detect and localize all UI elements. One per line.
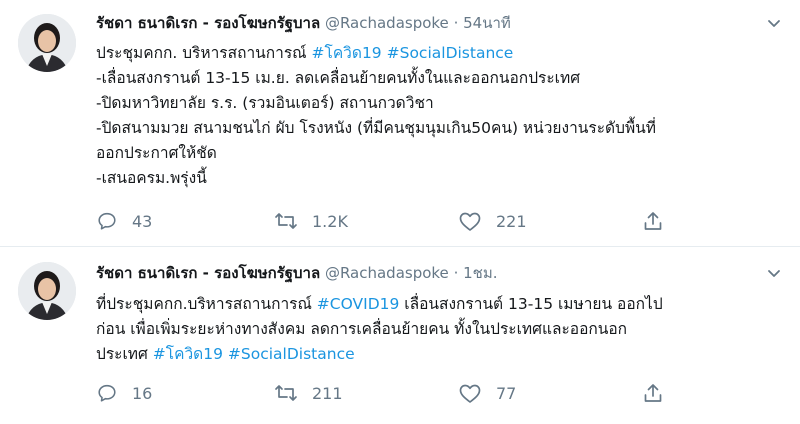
text-segment: ประเทศ (96, 345, 153, 363)
tweet-header: รัชดา ธนาดิเรก - รองโฆษกรัฐบาล @Rachadas… (96, 263, 760, 283)
heart-icon (459, 384, 481, 403)
reply-button[interactable]: 16 (96, 379, 152, 407)
separator: · (453, 14, 459, 32)
chevron-down-icon[interactable] (766, 15, 782, 31)
author-name[interactable]: รัชดา ธนาดิเรก - รองโฆษกรัฐบาล (96, 264, 320, 282)
text-segment: ออกประกาศให้ชัด (96, 144, 217, 162)
hashtag-link[interactable]: #SocialDistance (387, 44, 514, 62)
tweet-actions: 16 211 77 (96, 379, 760, 407)
author-handle[interactable]: @Rachadaspoke (325, 264, 449, 282)
text-segment: เลื่อนสงกรานต์ 13-15 เมษายน ออกไป (399, 295, 663, 313)
text-segment: -ปิดมหาวิทยาลัย ร.ร. (รวมอินเตอร์) สถานก… (96, 94, 434, 112)
text-segment: -เสนอครม.พรุ่งนี้ (96, 169, 207, 187)
separator: · (453, 264, 459, 282)
text-segment: -เลื่อนสงกรานต์ 13-15 เม.ย. ลดเคลื่อนย้า… (96, 69, 581, 87)
share-button[interactable] (642, 379, 678, 407)
like-count: 77 (496, 383, 517, 403)
retweet-button[interactable]: 1.2K (274, 207, 348, 235)
retweet-count: 211 (312, 383, 343, 403)
text-segment: -ปิดสนามมวย สนามชนไก่ ผับ โรงหนัง (ที่มี… (96, 119, 656, 137)
author-name[interactable]: รัชดา ธนาดิเรก - รองโฆษกรัฐบาล (96, 14, 320, 32)
share-icon (644, 212, 662, 230)
tweet-text-line: ออกประกาศให้ชัด (96, 141, 776, 166)
retweet-icon (275, 385, 297, 401)
reply-count: 16 (132, 383, 153, 403)
hashtag-link[interactable]: #COVID19 (317, 295, 400, 313)
chevron-down-icon[interactable] (766, 265, 782, 281)
retweet-button[interactable]: 211 (274, 379, 343, 407)
like-count: 221 (496, 211, 527, 231)
hashtag-link[interactable]: #โควิด19 (312, 44, 382, 62)
tweet-actions: 43 1.2K 221 (96, 207, 760, 235)
like-button[interactable]: 221 (458, 207, 527, 235)
reply-icon (98, 384, 116, 402)
hashtag-link[interactable]: #SocialDistance (228, 345, 355, 363)
tweet-text-line: ที่ประชุมคกก.บริหารสถานการณ์ #COVID19 เล… (96, 292, 776, 317)
like-button[interactable]: 77 (458, 379, 516, 407)
avatar[interactable] (18, 14, 76, 72)
tweet-text-line: ก่อน เพื่อเพิ่มระยะห่างทางสังคม ลดการเคล… (96, 317, 776, 342)
tweet-1[interactable]: รัชดา ธนาดิเรก - รองโฆษกรัฐบาล @Rachadas… (0, 0, 800, 246)
tweet-header: รัชดา ธนาดิเรก - รองโฆษกรัฐบาล @Rachadas… (96, 13, 760, 33)
timestamp[interactable]: 1ชม. (463, 264, 497, 282)
tweet-text-line: -ปิดมหาวิทยาลัย ร.ร. (รวมอินเตอร์) สถานก… (96, 91, 776, 116)
avatar[interactable] (18, 262, 76, 320)
tweet-text-line: ประเทศ #โควิด19 #SocialDistance (96, 342, 776, 367)
tweet-text-line: -ปิดสนามมวย สนามชนไก่ ผับ โรงหนัง (ที่มี… (96, 116, 776, 141)
text-segment: ประชุมคกก. บริหารสถานการณ์ (96, 44, 312, 62)
hashtag-link[interactable]: #โควิด19 (153, 345, 223, 363)
heart-icon (459, 212, 481, 231)
share-button[interactable] (642, 207, 678, 235)
share-icon (644, 384, 662, 402)
author-handle[interactable]: @Rachadaspoke (325, 14, 449, 32)
tweet-text: ประชุมคกก. บริหารสถานการณ์ #โควิด19 #Soc… (96, 41, 776, 191)
reply-button[interactable]: 43 (96, 207, 152, 235)
retweet-count: 1.2K (312, 211, 348, 231)
tweet-text-line: -เลื่อนสงกรานต์ 13-15 เม.ย. ลดเคลื่อนย้า… (96, 66, 776, 91)
tweet-text: ที่ประชุมคกก.บริหารสถานการณ์ #COVID19 เล… (96, 292, 776, 367)
retweet-icon (275, 213, 297, 229)
timestamp[interactable]: 54นาที (463, 14, 511, 32)
tweet-2[interactable]: รัชดา ธนาดิเรก - รองโฆษกรัฐบาล @Rachadas… (0, 246, 800, 424)
tweet-text-line: ประชุมคกก. บริหารสถานการณ์ #โควิด19 #Soc… (96, 41, 776, 66)
reply-count: 43 (132, 211, 153, 231)
tweet-text-line: -เสนอครม.พรุ่งนี้ (96, 166, 776, 191)
text-segment: ก่อน เพื่อเพิ่มระยะห่างทางสังคม ลดการเคล… (96, 320, 628, 338)
reply-icon (98, 212, 116, 230)
text-segment: ที่ประชุมคกก.บริหารสถานการณ์ (96, 295, 317, 313)
